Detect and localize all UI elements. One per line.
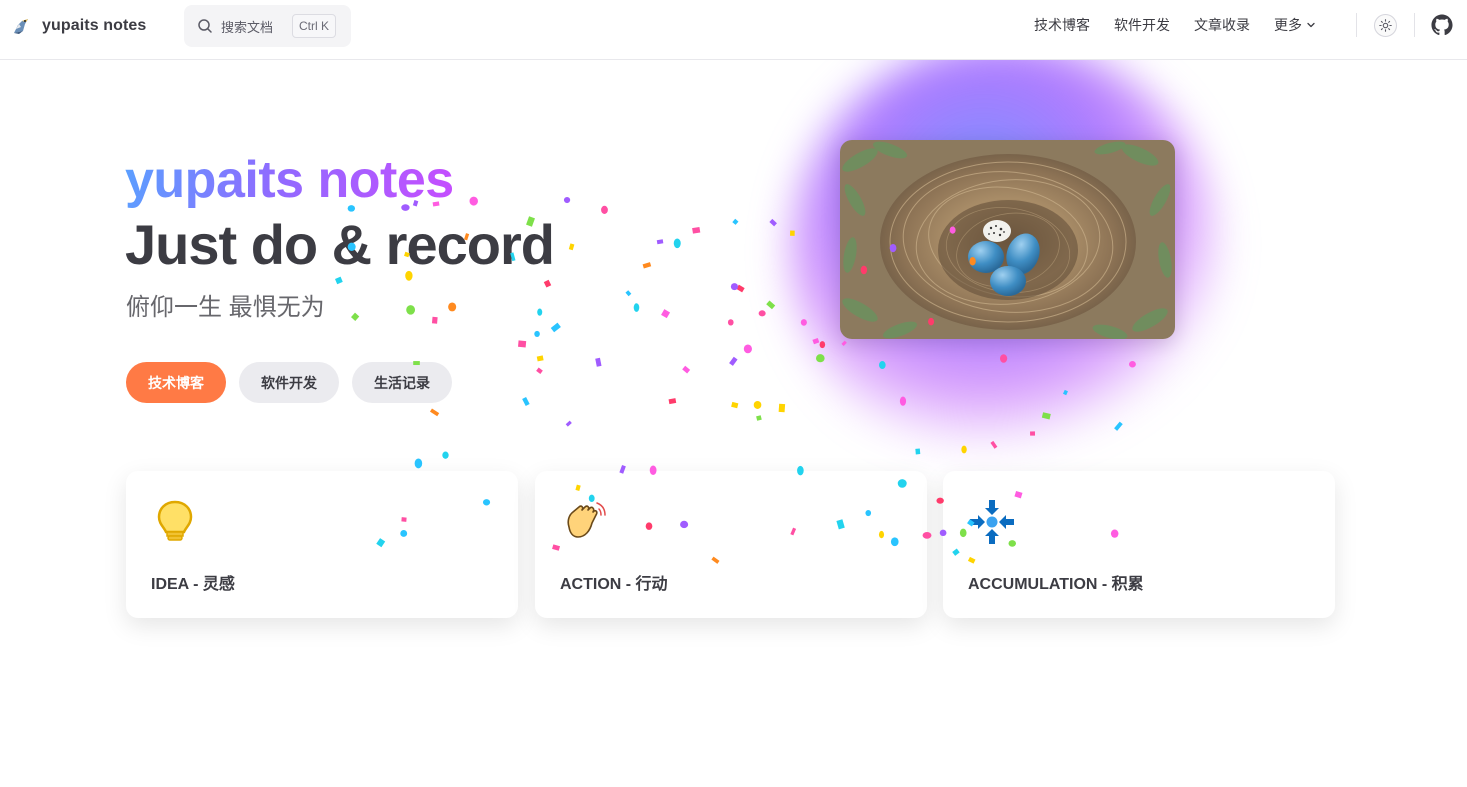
confetti-piece	[448, 302, 457, 312]
bird-logo-icon	[14, 19, 28, 34]
lightbulb-icon	[157, 500, 193, 541]
confetti-piece	[565, 420, 572, 427]
hero-image	[840, 140, 1175, 339]
search-shortcut-kbd: Ctrl K	[292, 14, 336, 38]
confetti-piece	[522, 396, 530, 406]
confetti-piece	[550, 322, 561, 333]
nest-with-eggs-illustration	[840, 140, 1175, 339]
confetti-piece	[351, 312, 360, 321]
hero-tagline: 俯仰一生 最惧无为	[126, 294, 325, 321]
confetti-piece	[633, 303, 640, 312]
hero-actions: 技术博客 软件开发 生活记录	[126, 362, 452, 403]
confetti-piece	[625, 290, 632, 297]
confetti-piece	[656, 239, 664, 245]
waving-hand-icon	[567, 502, 606, 538]
confetti-piece	[431, 316, 438, 324]
action-button-life-record[interactable]: 生活记录	[352, 362, 452, 403]
feature-card-action[interactable]: ACTION - 行动	[535, 471, 927, 618]
confetti-piece	[536, 355, 544, 362]
confetti-piece	[469, 196, 478, 206]
feature-title: IDEA - 灵感	[151, 576, 235, 593]
confetti-piece	[537, 308, 543, 316]
confetti-piece	[778, 403, 786, 413]
confetti-piece	[568, 243, 575, 251]
site-title: yupaits notes	[42, 17, 147, 34]
nav-link-articles[interactable]: 文章收录	[1194, 15, 1250, 35]
feature-title: ACTION - 行动	[560, 576, 668, 593]
confetti-piece	[743, 344, 752, 354]
confetti-piece	[732, 218, 739, 225]
confetti-piece	[563, 196, 571, 204]
confetti-piece	[730, 283, 739, 291]
confetti-piece	[756, 415, 762, 421]
confetti-piece	[601, 205, 608, 215]
nav-menu: 技术博客 软件开发 文章收录 更多	[1022, 0, 1328, 50]
confetti-piece	[727, 319, 734, 326]
confetti-piece	[406, 305, 416, 315]
nav-link-software-dev[interactable]: 软件开发	[1114, 15, 1170, 35]
confetti-piece	[682, 365, 691, 374]
confetti-piece	[673, 238, 681, 249]
nav-more-label: 更多	[1274, 17, 1302, 33]
confetti-piece	[736, 284, 745, 293]
hero-name: yupaits notes	[125, 148, 454, 212]
feature-card-accumulation[interactable]: ACCUMULATION - 积累	[943, 471, 1335, 618]
confetti-piece	[758, 310, 766, 317]
site-brand-link[interactable]: yupaits notes	[10, 12, 146, 40]
action-button-tech-blog[interactable]: 技术博客	[126, 362, 226, 403]
search-button[interactable]: 搜索文档 Ctrl K	[184, 5, 351, 47]
confetti-piece	[534, 330, 540, 337]
nav-divider	[1414, 13, 1415, 37]
arrows-converge-icon	[970, 500, 1014, 544]
search-label: 搜索文档	[221, 19, 274, 35]
confetti-piece	[595, 357, 602, 367]
confetti-piece	[731, 401, 739, 409]
confetti-piece	[429, 408, 440, 417]
sun-icon	[1379, 19, 1392, 32]
nav-link-tech-blog[interactable]: 技术博客	[1034, 15, 1090, 35]
nav-more-dropdown[interactable]: 更多	[1274, 15, 1316, 35]
hero-text: Just do & record	[125, 213, 555, 276]
nav-divider	[1356, 13, 1357, 37]
confetti-piece	[769, 218, 777, 227]
feature-card-idea[interactable]: IDEA - 灵感	[126, 471, 518, 618]
confetti-piece	[518, 340, 527, 348]
confetti-piece	[668, 398, 677, 405]
search-icon	[198, 19, 212, 33]
confetti-piece	[414, 458, 423, 469]
confetti-piece	[766, 300, 776, 310]
feature-title: ACCUMULATION - 积累	[968, 576, 1144, 593]
navbar: yupaits notes 搜索文档 Ctrl K 技术博客 软件开发 文章收录…	[0, 0, 1467, 60]
chevron-down-icon	[1307, 22, 1315, 28]
confetti-piece	[642, 262, 652, 269]
github-icon[interactable]	[1431, 14, 1453, 36]
confetti-piece	[536, 367, 543, 374]
confetti-piece	[753, 401, 762, 409]
confetti-piece	[442, 451, 449, 459]
action-button-software-dev[interactable]: 软件开发	[239, 362, 339, 403]
confetti-piece	[729, 356, 738, 366]
confetti-piece	[661, 309, 671, 319]
theme-toggle-button[interactable]	[1374, 14, 1397, 37]
confetti-piece	[692, 226, 701, 234]
confetti-piece	[543, 279, 552, 288]
